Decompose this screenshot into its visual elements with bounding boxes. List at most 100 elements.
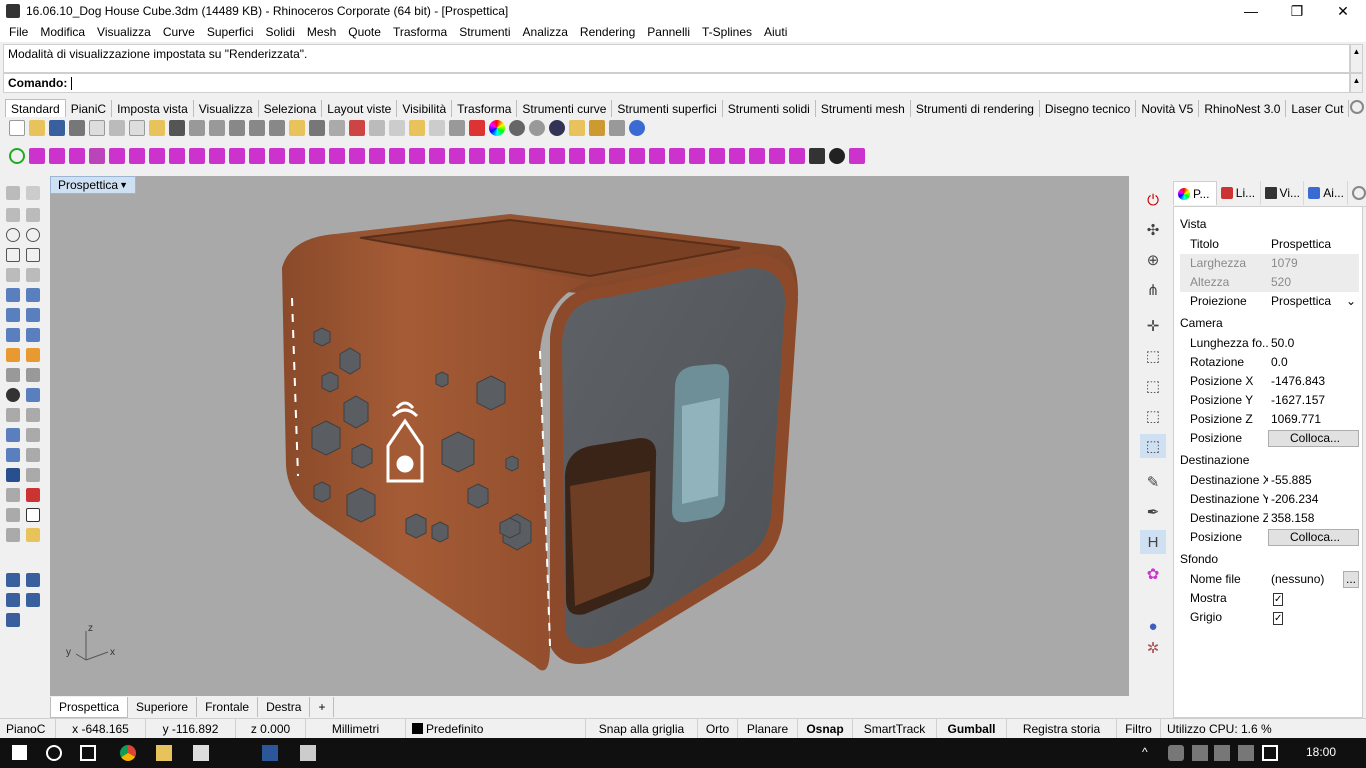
point-icon[interactable]	[26, 186, 40, 200]
tray-chevron-up-icon[interactable]: ^	[1142, 745, 1158, 761]
light-bulb-icon[interactable]	[569, 120, 585, 136]
extrude-surface-icon[interactable]	[26, 288, 40, 302]
status-ortho[interactable]: Orto	[698, 718, 738, 739]
tsplines-options-icon[interactable]	[849, 148, 865, 164]
materials-icon[interactable]	[469, 120, 485, 136]
ellipse-icon[interactable]	[26, 228, 40, 242]
group-icon[interactable]	[26, 348, 40, 362]
pipe-mesh-icon[interactable]	[669, 148, 685, 164]
tab-strumenti-rendering[interactable]: Strumenti di rendering	[911, 100, 1040, 117]
cut-icon[interactable]	[109, 120, 125, 136]
menu-rendering[interactable]: Rendering	[574, 25, 641, 39]
explode-icon[interactable]	[6, 368, 20, 382]
restore-button[interactable]: ❐	[1274, 0, 1320, 22]
unwrap-icon[interactable]	[789, 148, 805, 164]
zoom-icon[interactable]	[229, 120, 245, 136]
smooth-toggle-icon[interactable]	[529, 148, 545, 164]
undo-view-icon[interactable]	[309, 120, 325, 136]
mirror-object-icon[interactable]	[26, 488, 40, 502]
camera-z-field[interactable]: 1069.771	[1268, 410, 1359, 429]
render-sphere-icon[interactable]	[509, 120, 525, 136]
store-icon[interactable]	[193, 745, 209, 761]
extract-icon[interactable]	[26, 328, 40, 342]
distance-icon[interactable]	[26, 593, 40, 607]
copy-icon[interactable]	[129, 120, 145, 136]
tray-network-icon[interactable]	[1192, 745, 1208, 761]
pen-tool-icon[interactable]: ✒	[1140, 500, 1166, 524]
cube-perspective-icon[interactable]: ⬚	[1140, 434, 1166, 458]
polyline-icon[interactable]	[6, 208, 20, 222]
text-icon[interactable]	[6, 428, 20, 442]
loft-icon[interactable]	[229, 148, 245, 164]
check-icon[interactable]	[26, 508, 40, 522]
array-icon[interactable]	[6, 488, 20, 502]
shrink-select-icon[interactable]	[649, 148, 665, 164]
scissors-icon[interactable]	[809, 148, 825, 164]
dimension-icon[interactable]	[26, 388, 40, 402]
tab-visualizza[interactable]: Visualizza	[194, 100, 259, 117]
filename-field[interactable]: (nessuno) ...	[1268, 570, 1359, 589]
ortho-icon[interactable]	[389, 120, 405, 136]
four-views-icon[interactable]	[329, 120, 345, 136]
toolbar-settings-gear-icon[interactable]	[1350, 100, 1364, 114]
sphere-icon[interactable]	[69, 148, 85, 164]
pencil-icon[interactable]: ✎	[1140, 470, 1166, 494]
panel-settings-gear-icon[interactable]	[1352, 186, 1366, 200]
menu-analizza[interactable]: Analizza	[517, 25, 574, 39]
camera-place-button[interactable]: Colloca...	[1268, 430, 1359, 447]
h-key-icon[interactable]: H	[1140, 530, 1166, 554]
menu-superfici[interactable]: Superfici	[201, 25, 260, 39]
tab-rhinonest[interactable]: RhinoNest 3.0	[1199, 100, 1287, 117]
curve-icon[interactable]	[26, 208, 40, 222]
help-icon[interactable]	[629, 120, 645, 136]
start-windows-icon[interactable]	[12, 745, 27, 760]
command-line[interactable]: Comando:	[3, 73, 1350, 93]
plane-icon[interactable]	[89, 148, 105, 164]
arc-icon[interactable]	[6, 268, 20, 282]
viewport-tab-destra[interactable]: Destra	[258, 697, 311, 717]
tab-imposta-vista[interactable]: Imposta vista	[112, 100, 194, 117]
tab-disegno-tecnico[interactable]: Disegno tecnico	[1040, 100, 1137, 117]
viewport-title-button[interactable]: Prospettica ▼	[50, 176, 136, 194]
trim-icon[interactable]	[6, 408, 20, 422]
quadball-icon[interactable]	[209, 148, 225, 164]
texture-gear-icon[interactable]: ✲	[1140, 636, 1166, 660]
tab-strumenti-mesh[interactable]: Strumenti mesh	[816, 100, 911, 117]
box-icon[interactable]	[29, 148, 45, 164]
menu-trasforma[interactable]: Trasforma	[387, 25, 453, 39]
flatten-icon[interactable]	[729, 148, 745, 164]
status-filter[interactable]: Filtro	[1117, 718, 1161, 739]
node-icon[interactable]: ⋔	[1140, 278, 1166, 302]
layout-icon[interactable]	[6, 508, 20, 522]
camera-y-field[interactable]: -1627.157	[1268, 391, 1359, 410]
gear-shape-icon[interactable]	[709, 148, 725, 164]
grid-icon[interactable]	[6, 613, 20, 627]
viewport-arrows-icon[interactable]: ✣	[1140, 218, 1166, 242]
globe-icon[interactable]: ⊕	[1140, 248, 1166, 272]
thicken-icon[interactable]	[449, 148, 465, 164]
osnap-panel-icon[interactable]	[6, 573, 20, 587]
cone-icon[interactable]	[189, 148, 205, 164]
render-preview-icon[interactable]	[529, 120, 545, 136]
import-icon[interactable]	[89, 120, 105, 136]
paste-icon[interactable]	[149, 120, 165, 136]
select-loop-icon[interactable]	[589, 148, 605, 164]
stitch-icon[interactable]	[749, 148, 765, 164]
menu-tsplines[interactable]: T-Splines	[696, 25, 758, 39]
tspline-gear-icon[interactable]: ✿	[1140, 562, 1166, 586]
camera-x-field[interactable]: -1476.843	[1268, 372, 1359, 391]
command-line-scrollbar[interactable]: ▲	[1350, 73, 1363, 93]
undo-icon[interactable]	[169, 120, 185, 136]
menu-visualizza[interactable]: Visualizza	[91, 25, 157, 39]
title-field[interactable]: Prospettica	[1268, 235, 1359, 254]
mirror-icon[interactable]	[769, 148, 785, 164]
grid-snap-icon[interactable]	[369, 120, 385, 136]
scale-icon[interactable]	[26, 468, 40, 482]
status-smarttrack[interactable]: SmartTrack	[853, 718, 937, 739]
minimize-button[interactable]: —	[1228, 0, 1274, 22]
status-cplane[interactable]: PianoC	[0, 718, 56, 739]
torus-icon[interactable]	[169, 148, 185, 164]
plugin-icon[interactable]	[609, 120, 625, 136]
select-arrow-icon[interactable]	[6, 186, 20, 200]
tab-layout-viste[interactable]: Layout viste	[322, 100, 398, 117]
